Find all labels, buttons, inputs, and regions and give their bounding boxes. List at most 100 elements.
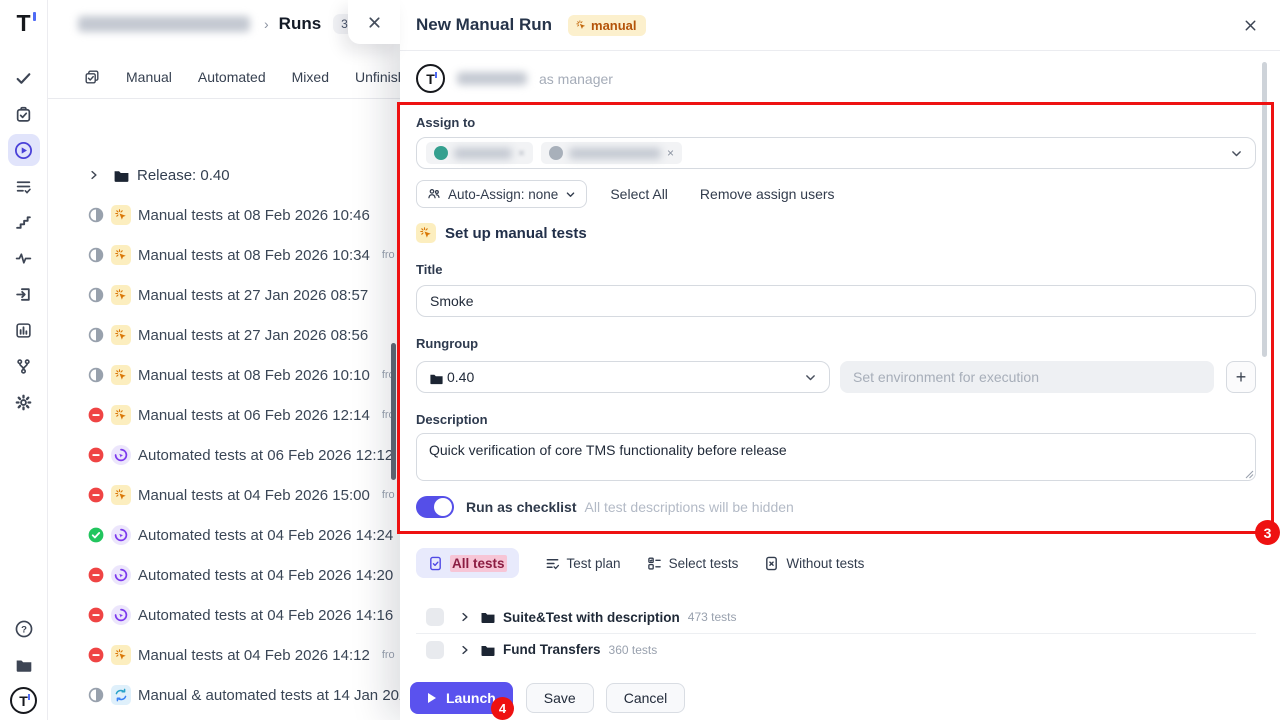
manual-run-icon	[111, 285, 131, 305]
remove-assignee-icon[interactable]: ×	[518, 147, 525, 159]
run-group-label: Release: 0.40	[137, 167, 230, 184]
rungroup-label: Rungroup	[416, 336, 478, 351]
run-label: Manual tests at 06 Feb 2026 12:14	[138, 407, 370, 424]
add-environment-button[interactable]: +	[1226, 361, 1256, 393]
chevron-down-icon[interactable]	[1230, 147, 1243, 160]
resize-grip-icon[interactable]	[1245, 470, 1254, 479]
run-list-item[interactable]: Manual tests at 27 Jan 2026 08:57	[48, 275, 400, 315]
tab-select-tests[interactable]: Select tests	[647, 548, 739, 578]
run-list-item[interactable]: Manual tests at 08 Feb 2026 10:34fro	[48, 235, 400, 275]
account-logo[interactable]: T	[10, 687, 37, 714]
suite-checkbox[interactable]	[426, 641, 444, 659]
run-list-item[interactable]: Manual tests at 08 Feb 2026 10:46	[48, 195, 400, 235]
assignee-avatar	[549, 146, 563, 160]
rungroup-select[interactable]: 0.40	[416, 361, 830, 393]
breadcrumb: › Runs 342	[48, 8, 369, 40]
chevron-right-icon[interactable]	[88, 169, 100, 181]
run-label: Manual tests at 08 Feb 2026 10:10	[138, 367, 370, 384]
breadcrumb-runs[interactable]: Runs	[279, 14, 322, 34]
import-icon[interactable]	[8, 278, 40, 310]
new-manual-run-panel: New Manual Run manual T as manager Assig…	[400, 0, 1280, 720]
panel-scrollbar[interactable]	[1262, 62, 1267, 357]
remove-assign-users-button[interactable]: Remove assign users	[700, 186, 835, 202]
run-label: Manual tests at 04 Feb 2026 15:00	[138, 487, 370, 504]
filter-tab-mixed[interactable]: Mixed	[292, 69, 329, 85]
project-name-blurred[interactable]	[78, 16, 250, 32]
chevron-right-icon[interactable]	[459, 644, 471, 656]
tab-label: Select tests	[669, 556, 739, 571]
panel-close-icon[interactable]	[1239, 14, 1262, 37]
steps-icon[interactable]	[8, 206, 40, 238]
breadcrumb-separator: ›	[264, 16, 269, 32]
list-check-icon[interactable]	[8, 170, 40, 202]
suite-row[interactable]: Fund Transfers360 tests	[416, 633, 1256, 665]
run-list-item[interactable]: Manual tests at 04 Feb 2026 14:12fro	[48, 635, 400, 675]
failed-status-icon	[88, 487, 104, 503]
run-list-item[interactable]: Automated tests at 04 Feb 2026 14:20	[48, 555, 400, 595]
remove-assignee-icon[interactable]: ×	[667, 147, 674, 159]
run-list-item[interactable]: Automated tests at 06 Feb 2026 12:12	[48, 435, 400, 475]
run-label: Manual & automated tests at 14 Jan 2026	[138, 687, 400, 704]
filter-tab-automated[interactable]: Automated	[198, 69, 266, 85]
suite-row[interactable]: Suite&Test with description473 tests	[416, 601, 1256, 633]
filter-tab-manual[interactable]: Manual	[126, 69, 172, 85]
chevron-right-icon[interactable]	[459, 611, 471, 623]
run-list-item[interactable]: Manual tests at 08 Feb 2026 10:10fro	[48, 355, 400, 395]
failed-status-icon	[88, 407, 104, 423]
projects-folder-icon[interactable]	[8, 649, 40, 681]
folder-icon	[480, 642, 496, 658]
neutral-status-icon	[88, 207, 104, 223]
run-list-item[interactable]: Manual tests at 06 Feb 2026 12:14fro	[48, 395, 400, 435]
run-list-item[interactable]: Automated tests at 04 Feb 2026 14:16	[48, 595, 400, 635]
cancel-button[interactable]: Cancel	[606, 683, 686, 713]
check-icon[interactable]	[8, 62, 40, 94]
title-label: Title	[416, 262, 443, 277]
runs-play-circle-icon[interactable]	[8, 134, 40, 166]
description-textarea[interactable]: Quick verification of core TMS functiona…	[416, 433, 1256, 481]
clipboard-check-icon[interactable]	[8, 98, 40, 130]
sidebar: T ? T	[0, 0, 48, 720]
assign-to-select[interactable]: ××	[416, 137, 1256, 169]
failed-status-icon	[88, 647, 104, 663]
tab-all-tests[interactable]: All tests	[416, 548, 519, 578]
run-list-item[interactable]: Manual & automated tests at 14 Jan 2026	[48, 675, 400, 715]
assignee-chip[interactable]: ×	[541, 142, 682, 164]
description-label: Description	[416, 412, 488, 427]
assign-to-label: Assign to	[416, 115, 475, 130]
gear-icon[interactable]	[8, 386, 40, 418]
automated-run-icon	[111, 605, 131, 625]
neutral-status-icon	[88, 247, 104, 263]
toggle-knob	[434, 498, 452, 516]
run-list-item[interactable]: Automated tests at 04 Feb 2026 14:24	[48, 515, 400, 555]
assignee-name-blurred	[454, 148, 512, 159]
list-scrollbar[interactable]	[391, 343, 396, 480]
run-label: Manual tests at 08 Feb 2026 10:46	[138, 207, 370, 224]
suite-checkbox[interactable]	[426, 608, 444, 626]
branch-icon[interactable]	[8, 350, 40, 382]
run-suffix-text: fro	[382, 489, 395, 501]
failed-status-icon	[88, 607, 104, 623]
run-as-checklist-toggle[interactable]	[416, 496, 454, 518]
title-input[interactable]	[416, 285, 1256, 317]
tab-label: Test plan	[567, 556, 621, 571]
run-group-row[interactable]: Release: 0.40	[48, 155, 400, 195]
select-all-button[interactable]: Select All	[610, 186, 668, 202]
auto-assign-button[interactable]: Auto-Assign: none	[416, 180, 587, 208]
environment-input[interactable]	[840, 361, 1214, 393]
copy-check-icon[interactable]	[84, 69, 100, 85]
assignee-chip[interactable]: ×	[426, 142, 533, 164]
app-logo[interactable]: T	[16, 8, 30, 38]
panel-footer: Launch Save Cancel	[400, 682, 1280, 720]
bar-chart-icon[interactable]	[8, 314, 40, 346]
help-icon[interactable]: ?	[8, 613, 40, 645]
tab-without-tests[interactable]: Without tests	[764, 548, 864, 578]
panel-close-tab-button[interactable]	[348, 0, 400, 44]
manual-run-icon	[111, 645, 131, 665]
run-list-item[interactable]: Manual tests at 27 Jan 2026 08:56	[48, 315, 400, 355]
run-list-item[interactable]: Manual tests at 04 Feb 2026 15:00 fro	[48, 475, 400, 515]
save-button[interactable]: Save	[526, 683, 594, 713]
activity-icon[interactable]	[8, 242, 40, 274]
sidebar-bottom: ? T	[8, 611, 40, 720]
test-selection-tabs: All tests Test plan Select tests Without te…	[416, 548, 864, 578]
tab-plan-tests[interactable]: Test plan	[545, 548, 621, 578]
